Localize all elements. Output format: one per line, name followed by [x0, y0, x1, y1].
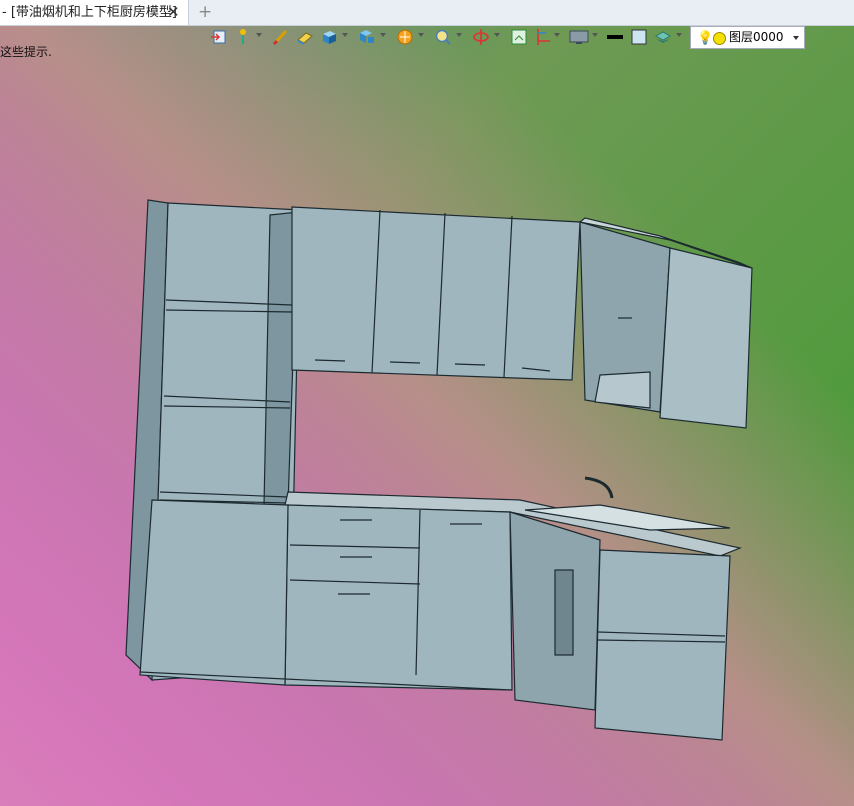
views-icon[interactable] — [358, 27, 376, 47]
document-tab-bar: - [带油烟机和上下柜厨房模型] ✕ + — [0, 0, 854, 26]
eraser-icon[interactable] — [296, 27, 314, 47]
zoom-icon[interactable] — [434, 27, 452, 47]
close-icon[interactable]: ✕ — [167, 0, 180, 25]
3d-viewport[interactable]: - [带油烟机和上下柜厨房模型] ✕ + 这些提示. 💡 图层0000 — [0, 0, 854, 806]
display-icon[interactable] — [568, 27, 590, 47]
box-icon[interactable] — [320, 27, 338, 47]
chevron-down-icon[interactable] — [793, 36, 799, 40]
fit-icon[interactable] — [510, 27, 528, 47]
render-icon[interactable] — [396, 27, 414, 47]
section-icon[interactable] — [534, 27, 552, 47]
bulb-icon[interactable]: 💡 — [697, 28, 713, 49]
document-tab-title: - [带油烟机和上下柜厨房模型] — [2, 5, 177, 20]
kitchen-cabinet-model[interactable] — [0, 0, 854, 806]
import-icon[interactable] — [210, 27, 228, 47]
orbit-icon[interactable] — [472, 27, 490, 47]
hint-text: 这些提示. — [0, 45, 52, 59]
line-color-icon[interactable] — [606, 27, 624, 47]
new-tab-button[interactable]: + — [198, 0, 212, 24]
layer-dropdown[interactable]: 💡 图层0000 — [690, 26, 805, 49]
brush-icon[interactable] — [272, 27, 290, 47]
pin-icon[interactable] — [234, 27, 252, 47]
layer-name: 图层0000 — [729, 30, 784, 44]
layers-icon[interactable] — [654, 27, 672, 47]
layer-color-icon[interactable] — [713, 32, 726, 45]
fill-color-icon[interactable] — [630, 27, 648, 47]
document-tab[interactable]: - [带油烟机和上下柜厨房模型] ✕ — [0, 0, 189, 25]
